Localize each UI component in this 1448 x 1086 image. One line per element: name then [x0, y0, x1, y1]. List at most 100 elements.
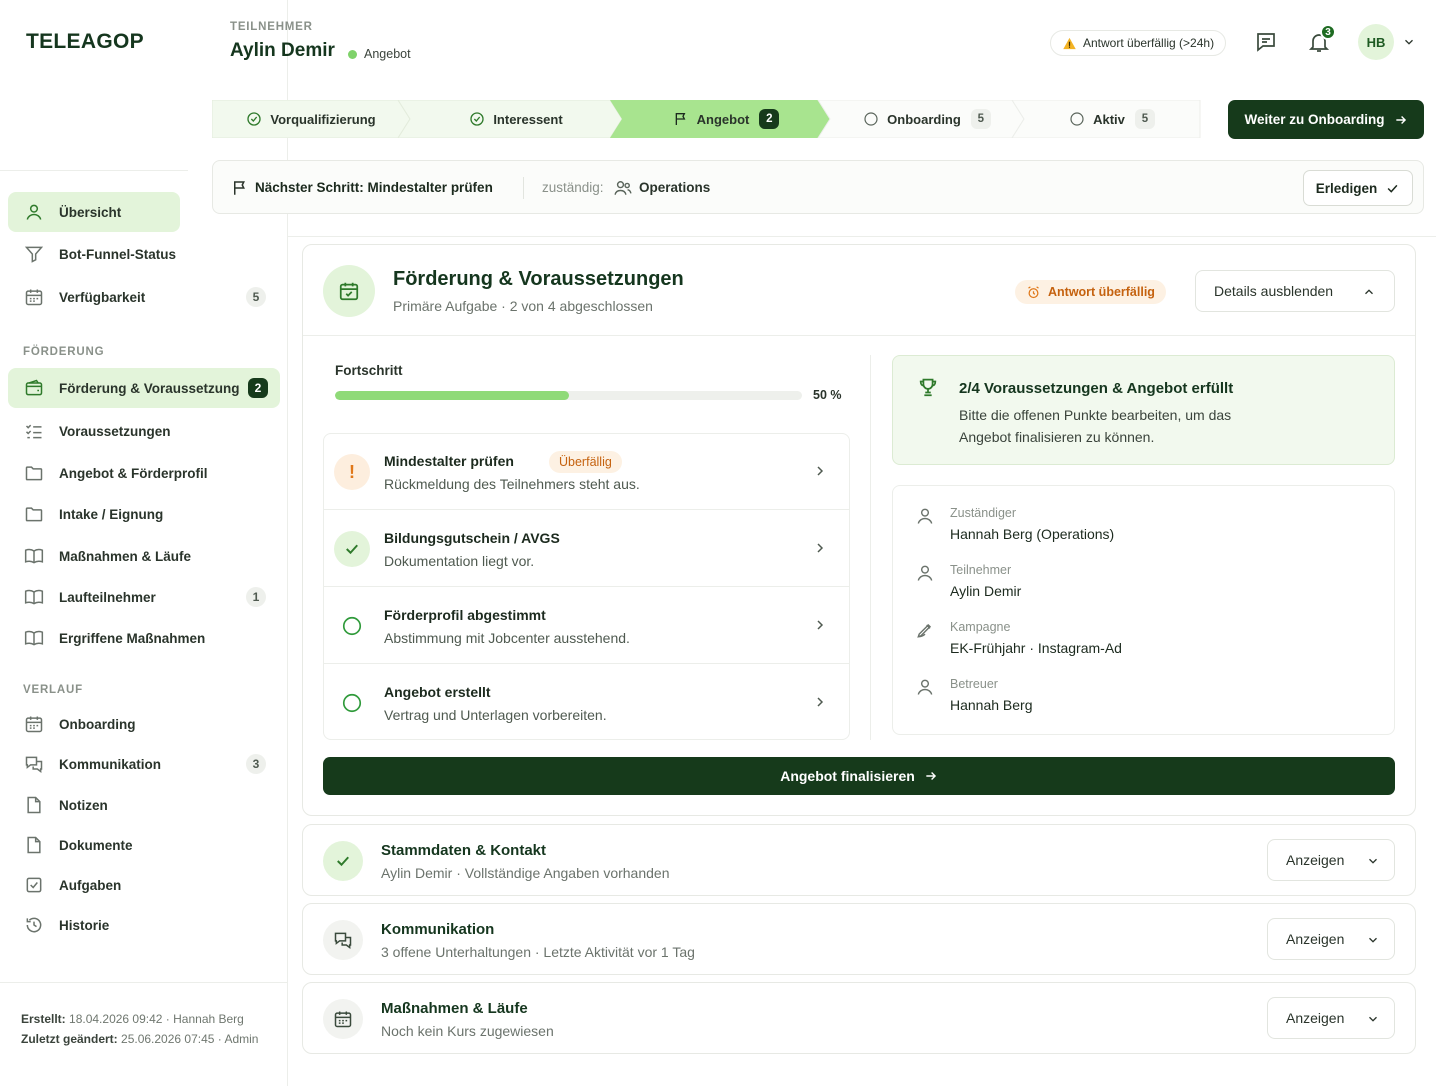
step-vorqualifizierung[interactable]: Vorqualifizierung — [212, 100, 410, 138]
sidebar-item-historie[interactable]: Historie — [8, 905, 280, 945]
requirements-summary: 2/4 Voraussetzungen & Angebot erfüllt Bi… — [892, 355, 1395, 465]
step-label: Vorqualifizierung — [270, 111, 376, 127]
sidebar-item-intake-eignung[interactable]: Intake / Eignung — [8, 494, 280, 534]
meta-label: Betreuer — [950, 677, 998, 691]
toggle-details-button[interactable]: Details ausblenden — [1195, 270, 1395, 312]
sidebar-item-label: Laufteilnehmer — [59, 589, 156, 605]
meta-zustaendiger: Zuständiger Hannah Berg (Operations) — [915, 506, 1375, 556]
changed-label: Zuletzt geändert: — [21, 1032, 118, 1046]
next-step-value: Mindestalter prüfen — [367, 180, 493, 195]
chevron-down-icon — [1369, 1016, 1377, 1022]
chevron-down-icon[interactable] — [1402, 35, 1416, 49]
sidebar-item-dokumente[interactable]: Dokumente — [8, 825, 280, 865]
participant-name: Aylin Demir — [230, 40, 335, 61]
step-count-badge: 5 — [1134, 109, 1155, 129]
show-stammdaten-button[interactable]: Anzeigen — [1267, 839, 1395, 881]
next-stage-label: Weiter zu Onboarding — [1244, 112, 1385, 127]
sidebar-item-verfuegbarkeit[interactable]: Verfügbarkeit 5 — [8, 277, 280, 317]
finalize-offer-button[interactable]: Angebot finalisieren — [323, 757, 1395, 795]
book-icon — [24, 548, 44, 564]
chevron-down-icon — [1369, 937, 1377, 943]
checklist-item-desc: Vertrag und Unterlagen vorbereiten. — [384, 707, 607, 723]
next-stage-button[interactable]: Weiter zu Onboarding — [1228, 100, 1424, 139]
sidebar-item-massnahmen-laeufe[interactable]: Maßnahmen & Läufe — [8, 536, 280, 576]
checklist-item-title: Förderprofil abgestimmt — [384, 607, 546, 623]
checklist-item-angebot-erstellt[interactable]: Angebot erstellt Vertrag und Unterlagen … — [324, 665, 849, 741]
sidebar-item-bot-funnel-status[interactable]: Bot-Funnel-Status — [8, 234, 280, 274]
meta-teilnehmer: Teilnehmer Aylin Demir — [915, 563, 1375, 613]
avatar[interactable]: HB — [1358, 24, 1394, 60]
check-icon — [334, 531, 370, 567]
sidebar-item-voraussetzungen[interactable]: Voraussetzungen — [8, 411, 280, 451]
checklist-icon — [25, 424, 42, 439]
sidebar-footer: Erstellt: 18.04.2026 09:42 · Hannah Berg… — [0, 982, 288, 1049]
summary-text: Bitte die offenen Punkte bearbeiten, um … — [959, 407, 1232, 445]
changed-value: 25.06.2026 07:45 — [121, 1032, 215, 1046]
overdue-label: Antwort überfällig — [1048, 285, 1155, 299]
meta-label: Kampagne — [950, 620, 1011, 634]
sidebar-item-label: Aufgaben — [59, 877, 122, 893]
show-massnahmen-button[interactable]: Anzeigen — [1267, 997, 1395, 1039]
task-meta: Zuständiger Hannah Berg (Operations) Tei… — [892, 485, 1395, 735]
show-button-label: Anzeigen — [1286, 852, 1345, 868]
step-label: Angebot — [696, 111, 750, 127]
progress-section: Fortschritt 50 % — [323, 355, 850, 415]
created-by: Hannah Berg — [173, 1012, 244, 1026]
user-icon — [917, 508, 933, 524]
created-label: Erstellt: — [21, 1012, 66, 1026]
show-kommunikation-button[interactable]: Anzeigen — [1267, 918, 1395, 960]
meta-label: Teilnehmer — [950, 563, 1012, 577]
step-interessent[interactable]: Interessent — [410, 100, 622, 138]
overdue-warning-pill[interactable]: Antwort überfällig (>24h) — [1050, 30, 1227, 56]
count-badge: 3 — [246, 754, 266, 774]
chevron-down-icon — [1369, 858, 1377, 864]
wallet-icon — [25, 379, 43, 396]
sidebar-item-aufgaben[interactable]: Aufgaben — [8, 865, 280, 905]
file-icon — [27, 796, 41, 814]
section-subtitle: 3 offene Unterhaltungen · Letzte Aktivit… — [381, 944, 695, 960]
step-onboarding[interactable]: Onboarding 5 — [830, 100, 1024, 138]
user-icon — [26, 204, 42, 220]
sidebar-item-ergriffene-massnahmen[interactable]: Ergriffene Maßnahmen — [8, 618, 280, 658]
sidebar-item-foerderung-voraussetzung[interactable]: Förderung & Voraussetzung 2 — [8, 368, 280, 408]
sidebar-item-uebersicht[interactable]: Übersicht — [8, 192, 180, 232]
circle-icon — [864, 112, 878, 126]
warning-status-icon: ! — [334, 454, 370, 490]
toggle-details-label: Details ausblenden — [1214, 283, 1334, 299]
chevron-right-icon — [817, 466, 824, 476]
sidebar-item-onboarding[interactable]: Onboarding — [8, 704, 280, 744]
checklist-item-bildungsgutschein[interactable]: Bildungsgutschein / AVGS Dokumentation l… — [324, 511, 849, 587]
task-subtitle: Primäre Aufgabe · 2 von 4 abgeschlossen — [393, 298, 653, 314]
check-icon — [1387, 184, 1398, 193]
sidebar-divider — [0, 170, 188, 171]
progress-fill — [335, 391, 569, 400]
open-circle-icon — [334, 608, 370, 644]
sidebar-item-angebot-foerderprofil[interactable]: Angebot & Förderprofil — [8, 453, 280, 493]
check-circle-icon — [470, 112, 484, 126]
chat-icon — [323, 920, 363, 960]
changed-info: Zuletzt geändert: 25.06.2026 07:45 · Adm… — [21, 1032, 259, 1046]
step-angebot[interactable]: Angebot 2 — [622, 100, 830, 138]
checklist-item-desc: Dokumentation liegt vor. — [384, 553, 535, 569]
checklist-item-foerderprofil[interactable]: Förderprofil abgestimmt Abstimmung mit J… — [324, 588, 849, 664]
sidebar-item-kommunikation[interactable]: Kommunikation 3 — [8, 744, 280, 784]
calendar-icon — [25, 289, 43, 306]
sidebar-item-notizen[interactable]: Notizen — [8, 785, 280, 825]
requirements-checklist: ! Mindestalter prüfen Überfällig Rückmel… — [323, 433, 850, 740]
task-title: Förderung & Voraussetzungen — [393, 268, 684, 290]
sidebar-item-label: Notizen — [59, 797, 108, 813]
sidebar-item-laufteilnehmer[interactable]: Laufteilnehmer 1 — [8, 577, 280, 617]
task-icon — [26, 877, 42, 893]
checklist-item-mindestalter[interactable]: ! Mindestalter prüfen Überfällig Rückmel… — [324, 434, 849, 510]
sidebar-item-label: Verfügbarkeit — [59, 289, 146, 305]
section-subtitle: Aylin Demir · Vollständige Angaben vorha… — [381, 865, 670, 881]
sidebar-item-label: Bot-Funnel-Status — [59, 246, 176, 262]
checklist-item-title: Mindestalter prüfen — [384, 453, 514, 469]
folder-icon — [25, 507, 43, 522]
step-aktiv[interactable]: Aktiv 5 — [1024, 100, 1200, 138]
warning-icon — [1063, 37, 1076, 49]
changed-by: Admin — [224, 1032, 259, 1046]
complete-step-button[interactable]: Erledigen — [1303, 170, 1413, 206]
message-icon[interactable] — [1254, 30, 1278, 54]
sidebar-item-label: Übersicht — [59, 204, 122, 220]
